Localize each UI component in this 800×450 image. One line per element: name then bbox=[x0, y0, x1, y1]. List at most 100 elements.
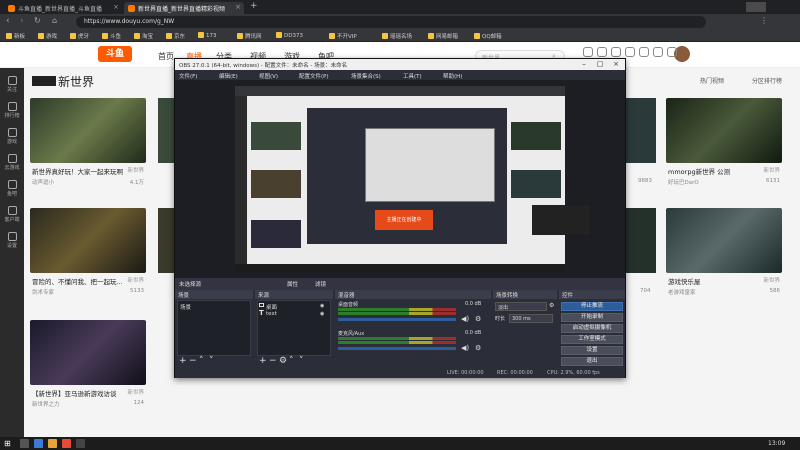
stream-thumbnail[interactable] bbox=[30, 208, 146, 273]
bookmark-item[interactable]: 瑶瑶名场 bbox=[382, 32, 412, 41]
sidebar-item[interactable]: 排行榜 bbox=[0, 102, 24, 119]
streamer-name[interactable]: 老游戏皇家 bbox=[668, 288, 696, 296]
up-icon[interactable]: ˄ bbox=[289, 356, 294, 366]
ranking-button[interactable]: 分区排行榜 bbox=[752, 76, 782, 85]
bookmark-item[interactable]: 网易邮箱 bbox=[428, 32, 458, 41]
eye-icon[interactable]: ◉ bbox=[320, 303, 324, 309]
filters-button[interactable]: 滤镜 bbox=[315, 280, 326, 288]
browser-tab[interactable]: 斗鱼直播_新世界直播_斗鱼直播 × bbox=[4, 2, 122, 14]
obs-menu-item[interactable]: 帮助(H) bbox=[443, 72, 462, 80]
browser-tab-active[interactable]: 新世界直播_新世界直播精彩视频 × bbox=[124, 2, 244, 14]
minimize-icon[interactable]: – bbox=[577, 60, 591, 69]
stream-card[interactable]: 新世界真好玩！大家一起来玩啊 新世界 动声逗小 4.1万 bbox=[30, 98, 146, 193]
sidebar-item[interactable]: 鱼吧 bbox=[0, 180, 24, 197]
streamer-name[interactable]: 新世界之力 bbox=[32, 400, 60, 408]
scene-list[interactable]: 场景 bbox=[177, 300, 251, 356]
gear-icon[interactable]: ⚙ bbox=[475, 344, 481, 352]
bookmark-item[interactable]: DD373 bbox=[276, 32, 303, 41]
sidebar-item[interactable]: 云游戏 bbox=[0, 154, 24, 171]
remove-icon[interactable]: − bbox=[269, 356, 277, 366]
nav-home[interactable]: 首页 bbox=[158, 51, 174, 62]
forward-icon[interactable]: › bbox=[20, 16, 24, 26]
stream-thumbnail[interactable] bbox=[158, 208, 174, 273]
start-recording-button[interactable]: 开始录制 bbox=[561, 313, 623, 322]
sidebar-item[interactable]: 游戏 bbox=[0, 128, 24, 145]
gear-icon[interactable]: ⚙ bbox=[549, 302, 554, 309]
bookmark-item[interactable]: 虎牙 bbox=[70, 32, 89, 41]
stream-thumbnail[interactable] bbox=[30, 320, 146, 385]
back-icon[interactable]: ‹ bbox=[6, 16, 10, 26]
obs-menu-item[interactable]: 场景集合(S) bbox=[351, 72, 381, 80]
stream-thumbnail[interactable] bbox=[626, 208, 656, 273]
obs-menu-item[interactable]: 视图(V) bbox=[259, 72, 278, 80]
settings-button[interactable]: 设置 bbox=[561, 346, 623, 355]
up-icon[interactable]: ˄ bbox=[199, 356, 204, 366]
menu-icon[interactable]: ⋮ bbox=[760, 16, 768, 25]
duration-input[interactable]: 300 ms bbox=[509, 314, 553, 323]
close-icon[interactable]: × bbox=[235, 3, 241, 11]
obs-menu-item[interactable]: 工具(T) bbox=[403, 72, 422, 80]
obs-menu-item[interactable]: 配置文件(P) bbox=[299, 72, 329, 80]
eye-icon[interactable]: ◉ bbox=[320, 311, 324, 317]
transition-select[interactable]: 淡出 bbox=[495, 302, 547, 311]
top-icon-6[interactable] bbox=[662, 47, 682, 58]
bookmark-item[interactable]: 新板 bbox=[6, 32, 25, 41]
stream-thumbnail[interactable] bbox=[30, 98, 146, 163]
properties-button[interactable]: 属性 bbox=[287, 280, 298, 288]
studio-mode-button[interactable]: 工作室模式 bbox=[561, 335, 623, 344]
bookmark-item[interactable]: 京东 bbox=[166, 32, 185, 41]
stop-streaming-button[interactable]: 停止推流 bbox=[561, 302, 623, 311]
close-icon[interactable]: × bbox=[113, 3, 119, 11]
obs-preview[interactable]: 主播正在创建中 bbox=[175, 80, 625, 278]
url-input[interactable]: https://www.douyu.com/g_NW bbox=[76, 16, 706, 28]
down-icon[interactable]: ˅ bbox=[299, 356, 304, 366]
volume-slider[interactable] bbox=[338, 347, 456, 350]
sidebar-item[interactable]: 关注 bbox=[0, 76, 24, 93]
sidebar-item[interactable]: 设置 bbox=[0, 232, 24, 249]
volume-slider[interactable] bbox=[338, 318, 456, 321]
chrome-icon[interactable] bbox=[62, 439, 71, 448]
streamer-name[interactable]: 好玩巴DarO bbox=[668, 178, 699, 186]
speaker-icon[interactable]: ◀) bbox=[461, 315, 469, 323]
obs-menu-item[interactable]: 文件(F) bbox=[179, 72, 197, 80]
maximize-icon[interactable]: □ bbox=[593, 60, 607, 69]
obs-icon[interactable] bbox=[76, 439, 85, 448]
stream-thumbnail[interactable] bbox=[666, 98, 782, 163]
reload-icon[interactable]: ↻ bbox=[34, 16, 41, 25]
bookmark-item[interactable]: QQ邮箱 bbox=[474, 32, 502, 41]
obs-titlebar[interactable]: OBS 27.0.1 (64-bit, windows) - 配置文件：未命名 … bbox=[175, 59, 625, 70]
exit-button[interactable]: 退出 bbox=[561, 357, 623, 366]
remove-icon[interactable]: − bbox=[189, 356, 197, 366]
stream-thumbnail[interactable] bbox=[626, 98, 656, 163]
hot-videos-button[interactable]: 热门视频 bbox=[700, 76, 724, 85]
virtual-camera-button[interactable]: 启动虚拟摄像机 bbox=[561, 324, 623, 333]
explorer-icon[interactable] bbox=[48, 439, 57, 448]
down-icon[interactable]: ˅ bbox=[209, 356, 214, 366]
bookmark-item[interactable]: 淘宝 bbox=[134, 32, 153, 41]
bookmark-item[interactable]: 不开VIP bbox=[329, 32, 357, 41]
source-item[interactable]: 桌面 bbox=[266, 303, 277, 311]
add-icon[interactable]: + bbox=[259, 356, 267, 366]
taskview-icon[interactable] bbox=[34, 439, 43, 448]
stream-card[interactable]: 【新世界】亚马逊新游戏访谈 新世界 新世界之力 124 bbox=[30, 320, 146, 415]
home-icon[interactable]: ⌂ bbox=[52, 16, 57, 25]
scene-item[interactable]: 场景 bbox=[180, 303, 191, 311]
streamer-name[interactable]: 剑术专家 bbox=[32, 288, 54, 296]
bookmark-item[interactable]: 游戏 bbox=[38, 32, 57, 41]
bookmark-item[interactable]: 173 bbox=[198, 32, 217, 41]
clock[interactable]: 13:09 bbox=[768, 440, 785, 447]
stream-card[interactable]: 冒险的、不懂问我、把一起玩... 新世界 剑术专家 5133 bbox=[30, 208, 146, 303]
stream-card[interactable]: mmorpg新世界 公测 新世界 好玩巴DarO 6131 bbox=[666, 98, 782, 193]
douyu-logo[interactable]: 斗鱼 bbox=[98, 46, 132, 62]
streamer-name[interactable]: 动声逗小 bbox=[32, 178, 54, 186]
obs-menu-item[interactable]: 编辑(E) bbox=[219, 72, 238, 80]
bookmark-item[interactable]: 腾讯网 bbox=[237, 32, 262, 41]
close-icon[interactable]: × bbox=[609, 60, 623, 69]
source-item[interactable]: text bbox=[266, 311, 277, 317]
search-icon[interactable] bbox=[20, 439, 29, 448]
source-list[interactable]: 桌面 text T ◉ ◉ bbox=[257, 300, 331, 356]
gear-icon[interactable]: ⚙ bbox=[279, 356, 287, 366]
gear-icon[interactable]: ⚙ bbox=[475, 315, 481, 323]
new-tab-icon[interactable]: + bbox=[250, 1, 258, 11]
stream-thumbnail[interactable] bbox=[158, 98, 174, 163]
